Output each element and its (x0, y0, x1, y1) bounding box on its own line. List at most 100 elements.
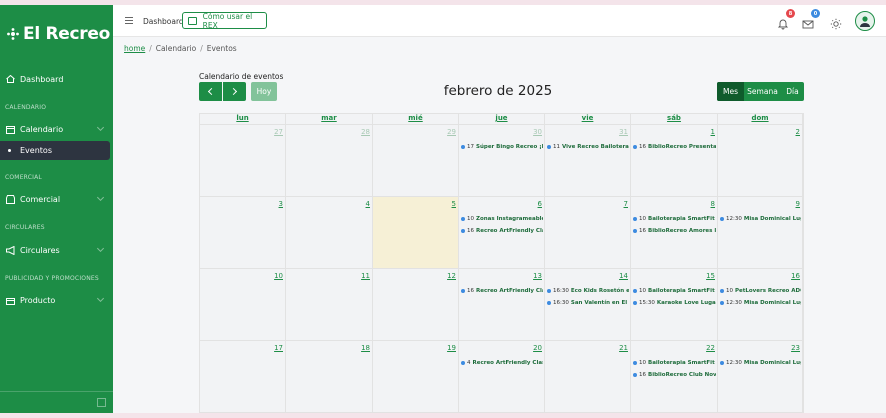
day-number[interactable]: 13 (533, 272, 542, 280)
calendar-event[interactable]: 12:30Misa Dominical Luga (720, 214, 801, 223)
day-cell[interactable]: 4 (286, 197, 373, 269)
calendar-event[interactable]: 16 Recreo ArtFriendly Cla (461, 286, 543, 295)
day-cell[interactable]: 23 12:30Misa Dominical Luga (718, 341, 803, 413)
weekday-jue[interactable]: jue (459, 114, 545, 125)
day-number[interactable]: 16 (791, 272, 800, 280)
weekday-sab[interactable]: sáb (631, 114, 718, 125)
weekday-lun[interactable]: lun (200, 114, 286, 125)
day-cell[interactable]: 17 (200, 341, 286, 413)
calendar-event[interactable]: 16 Recreo ArtFriendly Cla (461, 226, 543, 235)
day-cell[interactable]: 27 (200, 125, 286, 197)
calendar-event[interactable]: 12:30Misa Dominical Luga (720, 298, 801, 307)
weekday-dom[interactable]: dom (718, 114, 803, 125)
day-number[interactable]: 7 (624, 200, 628, 208)
day-number[interactable]: 23 (791, 344, 800, 352)
theme-toggle-button[interactable] (830, 15, 842, 30)
day-cell[interactable]: 19 (373, 341, 459, 413)
day-number[interactable]: 22 (706, 344, 715, 352)
day-cell[interactable]: 22 10 Bailoterapia SmartFit L 16 BiblioRecre… (631, 341, 718, 413)
day-cell[interactable]: 1 16 BiblioRecreo Presentac (631, 125, 718, 197)
view-month-button[interactable]: Mes (717, 82, 744, 101)
day-number[interactable]: 28 (361, 128, 370, 136)
day-cell[interactable]: 30 17 Súper Bingo Recreo ¡Ei (459, 125, 545, 197)
day-cell[interactable]: 9 12:30Misa Dominical Luga (718, 197, 803, 269)
prev-month-button[interactable] (199, 82, 222, 101)
today-button[interactable]: Hoy (251, 82, 277, 101)
calendar-event[interactable]: 16 BiblioRecreo Club Nov (633, 370, 716, 379)
day-number[interactable]: 20 (533, 344, 542, 352)
day-number[interactable]: 1 (711, 128, 715, 136)
calendar-event[interactable]: 17 Súper Bingo Recreo ¡Ei (461, 142, 543, 151)
sidebar-item-circulares[interactable]: Circulares (0, 240, 113, 260)
breadcrumb-section[interactable]: Calendario (156, 44, 196, 53)
calendar-event[interactable]: 10 Zonas Instagrameables (461, 214, 543, 223)
day-cell[interactable]: 16 10 PetLovers Recreo ADO 12:30 Misa Domini… (718, 269, 803, 341)
menu-toggle-icon[interactable] (125, 17, 133, 24)
sidebar-item-calendario[interactable]: Calendario (0, 119, 113, 139)
day-number[interactable]: 9 (796, 200, 800, 208)
day-cell-today[interactable]: 5 (373, 197, 459, 269)
day-cell[interactable]: 7 (545, 197, 631, 269)
day-number[interactable]: 21 (619, 344, 628, 352)
day-number[interactable]: 14 (619, 272, 628, 280)
calendar-event[interactable]: 10 PetLovers Recreo ADO (720, 286, 801, 295)
calendar-event[interactable]: 12:30Misa Dominical Luga (720, 358, 801, 367)
user-avatar[interactable] (855, 11, 875, 31)
day-cell[interactable]: 12 (373, 269, 459, 341)
day-cell[interactable]: 21 (545, 341, 631, 413)
day-number[interactable]: 15 (706, 272, 715, 280)
day-number[interactable]: 11 (361, 272, 370, 280)
day-cell[interactable]: 14 16:30 Eco Kids Rosetón en 16:30 San Valen… (545, 269, 631, 341)
view-day-button[interactable]: Día (781, 82, 804, 101)
day-number[interactable]: 8 (711, 200, 715, 208)
breadcrumb-home[interactable]: home (124, 44, 145, 53)
day-number[interactable]: 3 (279, 200, 283, 208)
day-number[interactable]: 30 (533, 128, 542, 136)
day-cell[interactable]: 11 (286, 269, 373, 341)
brand-logo[interactable]: El Recreo (7, 22, 110, 46)
day-cell[interactable]: 20 4 Recreo ArtFriendly Clas (459, 341, 545, 413)
day-cell[interactable]: 10 (200, 269, 286, 341)
day-number[interactable]: 4 (366, 200, 370, 208)
day-number[interactable]: 19 (447, 344, 456, 352)
day-cell[interactable]: 29 (373, 125, 459, 197)
sidebar-item-dashboard[interactable]: Dashboard (0, 69, 113, 89)
calendar-event[interactable]: 11 Vive Recreo Bailoterap (547, 142, 629, 151)
next-month-button[interactable] (223, 82, 246, 101)
weekday-mar[interactable]: mar (286, 114, 373, 125)
calendar-event[interactable]: 10 Bailoterapia SmartFit L (633, 214, 716, 223)
day-number[interactable]: 5 (452, 200, 456, 208)
rex-help-button[interactable]: Cómo usar el REX (182, 12, 267, 30)
view-week-button[interactable]: Semana (744, 82, 781, 101)
day-number[interactable]: 29 (447, 128, 456, 136)
calendar-event[interactable]: 10 Bailoterapia SmartFit L (633, 358, 716, 367)
calendar-event[interactable]: 15:30 Karaoke Love Lugar (633, 298, 716, 307)
day-number[interactable]: 17 (274, 344, 283, 352)
notifications-button[interactable]: 8 (777, 9, 795, 30)
calendar-event[interactable]: 4 Recreo ArtFriendly Clas (461, 358, 543, 367)
collapse-sidebar-icon[interactable] (97, 398, 106, 407)
calendar-event[interactable]: 16:30 San Valentín en El R (547, 298, 629, 307)
sidebar-item-comercial[interactable]: Comercial (0, 189, 113, 209)
day-number[interactable]: 6 (538, 200, 542, 208)
day-cell[interactable]: 31 11 Vive Recreo Bailoterap (545, 125, 631, 197)
day-number[interactable]: 31 (619, 128, 628, 136)
sidebar-item-eventos[interactable]: Eventos (0, 141, 110, 160)
day-number[interactable]: 2 (796, 128, 800, 136)
sidebar-item-producto[interactable]: Producto (0, 290, 113, 310)
calendar-event[interactable]: 10 Bailoterapia SmartFit L (633, 286, 716, 295)
calendar-event[interactable]: 16 BiblioRecreo Presentac (633, 142, 716, 151)
calendar-event[interactable]: 16:30 Eco Kids Rosetón en (547, 286, 629, 295)
calendar-event[interactable]: 16 BiblioRecreo Amores li (633, 226, 716, 235)
day-cell[interactable]: 3 (200, 197, 286, 269)
day-cell[interactable]: 15 10 Bailoterapia SmartFit L 15:30 Karaoke … (631, 269, 718, 341)
day-number[interactable]: 10 (274, 272, 283, 280)
day-cell[interactable]: 18 (286, 341, 373, 413)
day-number[interactable]: 18 (361, 344, 370, 352)
day-cell[interactable]: 13 16 Recreo ArtFriendly Cla (459, 269, 545, 341)
day-number[interactable]: 12 (447, 272, 456, 280)
day-cell[interactable]: 2 (718, 125, 803, 197)
topbar-dashboard-link[interactable]: Dashboard (143, 17, 184, 26)
day-number[interactable]: 27 (274, 128, 283, 136)
weekday-mie[interactable]: mié (373, 114, 459, 125)
